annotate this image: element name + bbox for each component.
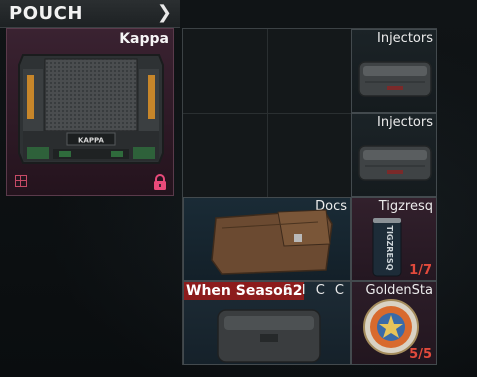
- kappa-case-image: KAPPA: [18, 54, 164, 164]
- item-injectors-case-2[interactable]: Injectors: [351, 113, 437, 197]
- grid-line: [183, 113, 351, 114]
- energy-drink-can-icon: TIGZRESQ: [372, 218, 402, 277]
- pouch-header[interactable]: POUCH ❯: [0, 0, 180, 28]
- item-golden-star[interactable]: GoldenSta 5/5: [351, 281, 437, 365]
- grid-icon: [15, 175, 27, 187]
- can-label: TIGZRESQ: [385, 226, 394, 271]
- pouch-title: POUCH: [9, 3, 83, 24]
- lock-icon: [154, 174, 166, 190]
- item-tigzresq[interactable]: Tigzresq TIGZRESQ 1/7: [351, 197, 437, 281]
- item-count: 5/5: [409, 347, 432, 362]
- kappa-container-slot[interactable]: Kappa KAPPA: [6, 28, 174, 196]
- item-label: Injectors: [377, 115, 433, 130]
- item-label: GoldenSta: [365, 283, 433, 298]
- chevron-right-icon[interactable]: ❯: [157, 2, 172, 23]
- kappa-case-label: KAPPA: [78, 137, 104, 145]
- item-injectors-case-1[interactable]: Injectors: [351, 29, 437, 113]
- injector-case-icon: [358, 145, 432, 181]
- item-documents-case[interactable]: Docs: [183, 197, 351, 281]
- documents-case-icon: [211, 209, 333, 275]
- pouch-container-grid[interactable]: Injectors Injectors Docs Tigzresq TIGZRE…: [182, 28, 437, 365]
- item-sicc-case[interactable]: When Season2 S I C C: [183, 281, 351, 365]
- item-label: Tigzresq: [378, 199, 433, 214]
- injector-case-icon: [358, 61, 432, 97]
- item-label: Injectors: [377, 31, 433, 46]
- item-count: 1/7: [409, 263, 432, 278]
- sicc-case-icon: [217, 309, 321, 363]
- item-label: S I C C: [283, 283, 347, 298]
